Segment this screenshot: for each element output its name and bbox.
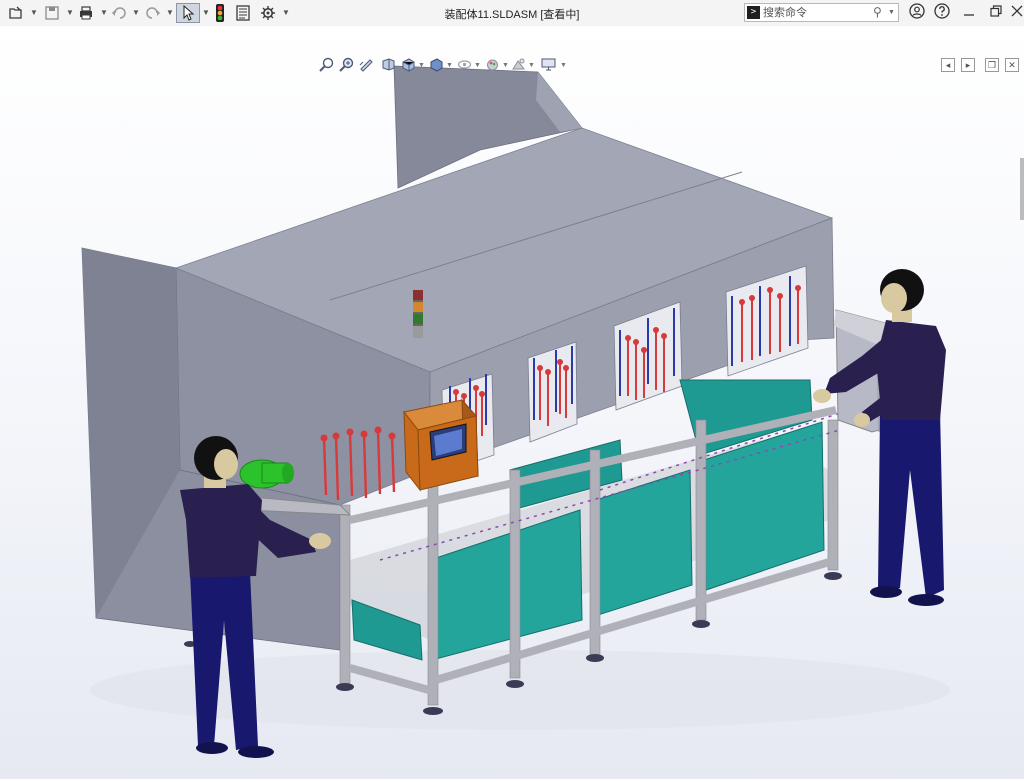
- chevron-down-icon[interactable]: ▼: [502, 62, 509, 69]
- hide-show-items-icon[interactable]: [456, 56, 473, 73]
- options-gear-icon[interactable]: [258, 3, 278, 23]
- search-input[interactable]: [763, 5, 873, 20]
- command-prompt-icon: >: [747, 6, 760, 19]
- edit-appearance-icon[interactable]: [484, 56, 501, 73]
- restore-icon[interactable]: [985, 3, 1007, 23]
- file-properties-icon[interactable]: [234, 3, 252, 23]
- chevron-down-icon[interactable]: ▼: [560, 62, 567, 69]
- chevron-down-icon[interactable]: ▼: [418, 62, 425, 69]
- chevron-down-icon[interactable]: ▼: [202, 8, 210, 17]
- vertical-scrollbar[interactable]: [1020, 158, 1024, 220]
- chevron-down-icon[interactable]: ▼: [166, 8, 174, 17]
- close-pane-icon[interactable]: ✕: [1005, 58, 1019, 72]
- chevron-down-icon[interactable]: ▼: [30, 8, 38, 17]
- chevron-down-icon[interactable]: ▼: [100, 8, 108, 17]
- search-box[interactable]: > ⚲ ▼: [744, 3, 899, 22]
- chevron-down-icon[interactable]: ▼: [474, 62, 481, 69]
- zoom-to-area-icon[interactable]: [338, 56, 355, 73]
- signal-tower-light: [413, 290, 423, 338]
- search-icon[interactable]: ⚲: [873, 5, 882, 19]
- view-orientation-icon[interactable]: [400, 56, 417, 73]
- help-icon[interactable]: [931, 3, 953, 23]
- expand-right-icon[interactable]: ▸: [961, 58, 975, 72]
- section-view-icon[interactable]: [380, 56, 397, 73]
- previous-view-icon[interactable]: [358, 56, 375, 73]
- spray-window-2: [527, 341, 578, 443]
- chevron-down-icon[interactable]: ▼: [282, 8, 290, 17]
- chevron-down-icon[interactable]: ▼: [66, 8, 74, 17]
- undo-icon[interactable]: [109, 3, 129, 23]
- restore-pane-icon[interactable]: ❐: [985, 58, 999, 72]
- save-icon[interactable]: [42, 3, 62, 23]
- chevron-down-icon[interactable]: ▼: [132, 8, 140, 17]
- user-account-icon[interactable]: [906, 3, 928, 23]
- control-panel-box: [403, 398, 479, 492]
- apply-scene-icon[interactable]: [510, 56, 527, 73]
- print-icon[interactable]: [76, 3, 96, 23]
- assembly-model-render: [0, 26, 1024, 779]
- minimize-icon[interactable]: [958, 3, 980, 23]
- title-bar: ▼ ▼ ▼ ▼ ▼ ▼ ▼ 装配体11.SLDASM [查看中] > ⚲ ▼: [0, 0, 1024, 27]
- chevron-down-icon[interactable]: ▼: [888, 9, 895, 16]
- display-style-icon[interactable]: [428, 56, 445, 73]
- redo-icon[interactable]: [143, 3, 163, 23]
- close-icon[interactable]: [1006, 3, 1024, 23]
- file-open-icon[interactable]: [6, 3, 26, 23]
- graphics-viewport[interactable]: ▼ ▼ ▼ ▼ ▼ ▼ ◂ ▸ ❐ ✕: [0, 26, 1024, 779]
- expand-left-icon[interactable]: ◂: [941, 58, 955, 72]
- zoom-to-fit-icon[interactable]: [318, 56, 335, 73]
- select-pointer-icon[interactable]: [176, 3, 200, 23]
- chevron-down-icon[interactable]: ▼: [446, 62, 453, 69]
- chevron-down-icon[interactable]: ▼: [528, 62, 535, 69]
- view-settings-icon[interactable]: [540, 56, 557, 73]
- traffic-light-icon[interactable]: [212, 3, 228, 23]
